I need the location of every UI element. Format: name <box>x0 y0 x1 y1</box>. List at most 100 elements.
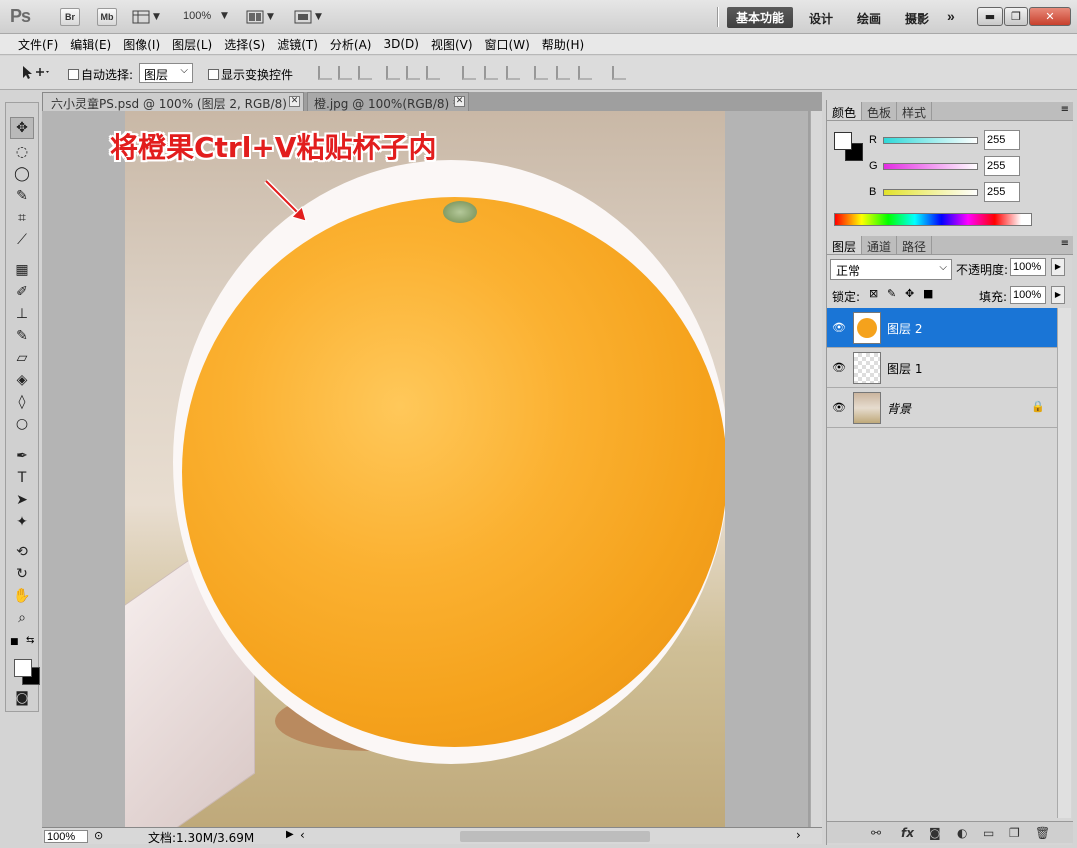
new-layer-icon[interactable]: ❐ <box>1009 826 1020 840</box>
distribute-hcenter-icon[interactable] <box>556 66 570 80</box>
default-colors-icon[interactable]: ■ <box>10 637 19 647</box>
healing-brush-tool-icon[interactable]: ▦ <box>10 259 34 281</box>
tab-color[interactable]: 颜色 <box>827 102 863 120</box>
menu-view[interactable]: 视图(V) <box>425 36 479 53</box>
menu-3d[interactable]: 3D(D) <box>377 37 424 51</box>
path-selection-tool-icon[interactable]: ➤ <box>10 489 34 511</box>
distribute-right-icon[interactable] <box>578 66 592 80</box>
clone-stamp-tool-icon[interactable]: ⊥ <box>10 303 34 325</box>
history-brush-tool-icon[interactable]: ✎ <box>10 325 34 347</box>
distribute-bottom-icon[interactable] <box>506 66 520 80</box>
menu-help[interactable]: 帮助(H) <box>536 36 590 53</box>
opacity-slider-arrow-icon[interactable]: ▶ <box>1051 258 1065 276</box>
blend-mode-dropdown[interactable]: 正常 ⌵ <box>830 259 952 280</box>
zoom-tool-icon[interactable]: ⌕ <box>10 607 34 629</box>
type-tool-icon[interactable]: T <box>10 467 34 489</box>
close-button[interactable]: ✕ <box>1029 7 1071 26</box>
channel-slider-r[interactable] <box>883 136 978 144</box>
tab-swatches[interactable]: 色板 <box>862 102 898 120</box>
workspace-design[interactable]: 设计 <box>809 10 833 27</box>
show-transform-checkbox[interactable]: 显示变换控件 <box>208 66 293 83</box>
link-layers-icon[interactable]: ⚯ <box>871 826 881 840</box>
marquee-tool-icon[interactable]: ◌ <box>10 141 34 163</box>
new-group-icon[interactable]: ▭ <box>983 826 994 840</box>
bridge-button[interactable]: Br <box>60 8 80 26</box>
auto-align-icon[interactable] <box>612 66 626 80</box>
lock-position-icon[interactable]: ✥ <box>905 287 914 300</box>
horizontal-scroll-thumb[interactable] <box>460 831 650 842</box>
crop-tool-icon[interactable]: ⌗ <box>10 207 34 229</box>
auto-select-dropdown[interactable]: 图层 ⌵ <box>139 63 193 83</box>
view-extras-button[interactable]: ▼ <box>132 8 160 26</box>
document-tab-active[interactable]: 六小灵童PS.psd @ 100% (图层 2, RGB/8) * ✕ <box>42 92 304 111</box>
dodge-tool-icon[interactable]: ○ <box>10 413 34 435</box>
distribute-left-icon[interactable] <box>534 66 548 80</box>
zoom-level[interactable]: 100% <box>183 10 211 22</box>
menu-edit[interactable]: 编辑(E) <box>64 36 117 53</box>
lock-transparent-icon[interactable]: ⊠ <box>869 287 878 300</box>
adjustment-layer-icon[interactable]: ◐ <box>957 826 967 840</box>
layer-style-icon[interactable]: fx <box>901 826 914 840</box>
chevron-down-icon[interactable]: ▼ <box>221 11 228 21</box>
add-mask-icon[interactable]: ◙ <box>929 826 941 840</box>
delete-layer-icon[interactable]: 🗑 <box>1035 826 1050 840</box>
align-left-icon[interactable] <box>386 66 400 80</box>
align-hcenter-icon[interactable] <box>406 66 420 80</box>
distribute-vcenter-icon[interactable] <box>484 66 498 80</box>
menu-file[interactable]: 文件(F) <box>12 36 64 53</box>
close-icon[interactable]: ✕ <box>454 96 465 107</box>
eyedropper-tool-icon[interactable]: ⟋ <box>10 229 34 251</box>
foreground-color-swatch[interactable] <box>14 659 32 677</box>
more-workspaces-icon[interactable]: » <box>947 8 955 24</box>
channel-value-b[interactable]: 255 <box>984 182 1020 202</box>
tool-preset-picker[interactable] <box>20 64 50 83</box>
eye-icon[interactable]: 👁 <box>832 361 846 374</box>
opacity-input[interactable]: 100% <box>1010 258 1046 276</box>
tab-paths[interactable]: 路径 <box>897 236 933 254</box>
workspace-photography[interactable]: 摄影 <box>905 10 929 27</box>
color-ramp[interactable] <box>834 213 1032 226</box>
status-info-icon[interactable]: ⊙ <box>94 829 103 842</box>
lock-all-icon[interactable]: ■ <box>923 287 933 300</box>
quick-selection-tool-icon[interactable]: ✎ <box>10 185 34 207</box>
quick-mask-icon[interactable]: ◙ <box>10 687 34 709</box>
minimize-button[interactable]: ▬ <box>977 7 1003 26</box>
shape-tool-icon[interactable]: ✦ <box>10 511 34 533</box>
3d-orbit-tool-icon[interactable]: ↻ <box>10 563 34 585</box>
menu-image[interactable]: 图像(I) <box>117 36 166 53</box>
distribute-top-icon[interactable] <box>462 66 476 80</box>
swap-colors-icon[interactable]: ⇆ <box>26 635 34 646</box>
tab-styles[interactable]: 样式 <box>897 102 933 120</box>
canvas[interactable] <box>125 111 725 827</box>
channel-value-g[interactable]: 255 <box>984 156 1020 176</box>
align-vcenter-icon[interactable] <box>338 66 352 80</box>
vertical-scrollbar[interactable] <box>810 111 822 827</box>
channel-slider-b[interactable] <box>883 188 978 196</box>
move-tool-icon[interactable]: ✥ <box>10 117 34 139</box>
workspace-essentials[interactable]: 基本功能 <box>727 7 793 28</box>
menu-select[interactable]: 选择(S) <box>218 36 271 53</box>
scroll-left-icon[interactable]: ‹ <box>300 828 305 842</box>
blur-tool-icon[interactable]: ◊ <box>10 391 34 413</box>
auto-select-checkbox[interactable]: 自动选择: <box>68 66 133 83</box>
tab-channels[interactable]: 通道 <box>862 236 898 254</box>
workspace-painting[interactable]: 绘画 <box>857 10 881 27</box>
status-zoom-field[interactable]: 100% <box>44 830 88 843</box>
menu-analysis[interactable]: 分析(A) <box>324 36 378 53</box>
layer-row-background[interactable]: 👁 背景 🔒 <box>827 388 1057 428</box>
tab-layers[interactable]: 图层 <box>827 236 863 254</box>
layer-row-layer-1[interactable]: 👁 图层 1 <box>827 348 1057 388</box>
mini-bridge-button[interactable]: Mb <box>97 8 117 26</box>
layers-scrollbar[interactable] <box>1057 308 1071 818</box>
eye-icon[interactable]: 👁 <box>832 321 846 334</box>
status-menu-arrow-icon[interactable]: ▶ <box>286 829 294 840</box>
brush-tool-icon[interactable]: ✐ <box>10 281 34 303</box>
screen-mode-button[interactable]: ▼ <box>294 8 322 26</box>
hand-tool-icon[interactable]: ✋ <box>10 585 34 607</box>
eye-icon[interactable]: 👁 <box>832 401 846 414</box>
align-right-icon[interactable] <box>426 66 440 80</box>
fill-input[interactable]: 100% <box>1010 286 1046 304</box>
lasso-tool-icon[interactable]: ◯ <box>10 163 34 185</box>
panel-menu-icon[interactable]: ≡ <box>1057 102 1073 120</box>
arrange-documents-button[interactable]: ▼ <box>246 8 274 26</box>
